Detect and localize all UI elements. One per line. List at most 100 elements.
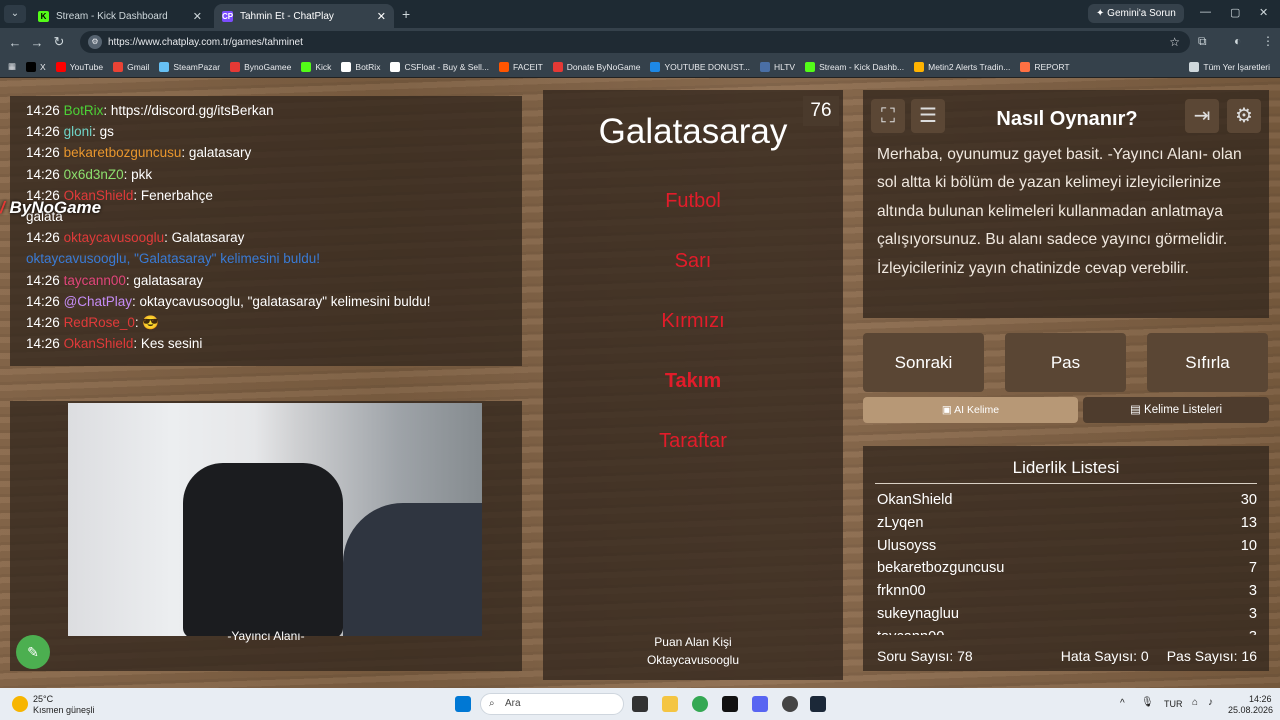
bookmark-steampazar[interactable]: SteamPazar [159,61,220,72]
chat-text: : 😎 [134,315,160,331]
tab-search-button[interactable]: ⌄ [4,5,26,23]
bookmark-kick-dashboard[interactable]: Stream - Kick Dashb... [805,61,904,72]
close-window-icon[interactable]: ✕ [1259,6,1268,19]
reload-icon[interactable]: ↻ [48,34,70,50]
chat-username[interactable]: BotRix [64,103,104,118]
bookmark-botrix[interactable]: BotRix [341,61,381,72]
chat-message: 14:26 OkanShield: Kes sesini [26,333,506,354]
apps-icon[interactable]: ▦ [8,61,16,72]
chat-text: : galatasaray [125,272,204,288]
taskbar-search[interactable]: ⌕ Ara [480,693,624,715]
bookmark-faceit[interactable]: FACEIT [499,61,543,72]
chat-username[interactable]: taycann00 [64,273,126,288]
menu-icon[interactable]: ⋮ [1262,34,1274,48]
file-explorer-icon[interactable] [662,696,678,712]
notes-icon[interactable]: ☰ [911,99,945,133]
pass-count: Pas Sayısı: 16 [1166,648,1257,664]
url-bar[interactable]: ⚙ https://www.chatplay.com.tr/games/tahm… [80,31,1190,53]
tab-chatplay[interactable]: CP Tahmin Et - ChatPlay ✕ [214,4,394,28]
bookmark-bynogamee[interactable]: BynoGamee [230,61,291,72]
site-info-icon[interactable]: ⚙ [88,35,102,49]
bookmark-metin2[interactable]: Metin2 Alerts Tradin... [914,61,1010,72]
close-tab-icon[interactable]: ✕ [377,10,386,23]
bookmark-gmail[interactable]: Gmail [113,61,149,72]
target-word: Galatasaray [598,112,788,151]
leaderboard-row: frknn00 3 [877,580,1257,603]
bookmark-label: REPORT [1034,61,1070,72]
bookmark-label: BotRix [355,61,381,72]
word-lists-button[interactable]: ▤ Kelime Listeleri [1083,397,1269,423]
chat-username[interactable]: oktaycavusooglu, "Galatasaray" kelimesin… [26,251,320,266]
network-icon[interactable]: ⌂ [1192,697,1198,708]
chat-message: 14:26 @ChatPlay: oktaycavusooglu, "galat… [26,291,506,312]
language-indicator[interactable]: TUR [1164,699,1183,709]
profile-avatar[interactable]: ◐ [1234,34,1241,48]
chat-username[interactable]: oktaycavusooglu [64,230,165,245]
clock-time[interactable]: 14:26 [1249,694,1272,704]
new-tab-icon[interactable]: + [402,6,410,22]
chat-time: 14:26 [26,293,60,309]
next-button[interactable]: Sonraki [863,333,984,392]
chat-username[interactable]: gloni [64,124,93,139]
chat-username[interactable]: RedRose_0 [64,315,135,330]
player-score: 7 [1248,560,1257,577]
chat-panel: 14:26 BotRix: https://discord.gg/itsBerk… [10,96,522,366]
reset-button[interactable]: Sıfırla [1147,333,1268,392]
chat-username[interactable]: bekaretbozguncusu [64,145,182,160]
leaderboard-row: Ulusoyss 10 [877,535,1257,558]
bookmark-csfloat[interactable]: CSFloat - Buy & Sell... [390,61,489,72]
tab-kick-dashboard[interactable]: K Stream - Kick Dashboard ✕ [30,4,210,28]
chat-time: 14:26 [26,336,60,352]
bookmark-youtube[interactable]: YouTube [55,61,103,72]
weather-icon[interactable] [12,696,28,712]
bookmarks-bar: ▦ X YouTube Gmail SteamPazar BynoGamee K… [0,56,1280,78]
chat-text: : oktaycavusooglu, "galatasaray" kelimes… [132,293,431,309]
chat-username[interactable]: @ChatPlay [64,294,132,309]
pencil-icon[interactable]: ✎ [16,635,50,669]
app-icon[interactable] [722,696,738,712]
bookmark-label: X [40,61,46,72]
start-icon[interactable] [455,696,471,712]
chat-text: : https://discord.gg/itsBerkan [103,103,274,118]
volume-icon[interactable]: ♪ [1208,697,1213,708]
chrome-icon[interactable] [692,696,708,712]
forbidden-word: Kırmızı [661,310,725,332]
player-name: sukeynagluu [877,605,959,622]
chat-message: 14:26 oktaycavusooglu: Galatasaray [26,227,506,248]
steam-icon[interactable] [810,696,826,712]
address-toolbar: ← → ↻ ⚙ https://www.chatplay.com.tr/game… [0,28,1280,56]
back-icon[interactable]: ← [4,35,26,50]
extensions-icon[interactable]: ⧉ [1198,34,1207,49]
leaderboard-panel: Liderlik Listesi OkanShield 30 zLyqen 13 Ulu… [863,446,1269,671]
bookmark-youtube-donust[interactable]: YOUTUBE DONUST... [650,61,750,72]
ai-word-button[interactable]: ▣ AI Kelime [863,397,1078,423]
task-view-icon[interactable] [632,696,648,712]
minimize-icon[interactable]: — [1200,6,1211,18]
pass-button[interactable]: Pas [1005,333,1126,392]
exit-icon[interactable]: ⇥ [1185,99,1219,133]
discord-icon[interactable] [752,696,768,712]
ai-word-label: AI Kelime [954,404,1000,416]
maximize-icon[interactable]: ▢ [1230,6,1240,19]
obs-icon[interactable] [782,696,798,712]
bookmark-donate[interactable]: Donate ByNoGame [552,61,640,72]
close-tab-icon[interactable]: ✕ [193,10,202,23]
bynogame-watermark: / ByNoGame [0,198,102,217]
microphone-icon[interactable]: 🎙 [1141,697,1154,708]
chat-time: 14:26 [26,124,60,140]
chevron-up-icon[interactable]: ^ [1120,698,1125,709]
bookmark-star-icon[interactable]: ☆ [1169,35,1180,49]
fullscreen-icon[interactable]: ⛶ [871,99,905,133]
bookmark-hltv[interactable]: HLTV [759,61,795,72]
chat-username[interactable]: 0x6d3nZ0 [64,167,124,182]
chat-username[interactable]: OkanShield [64,336,134,351]
ask-gemini-button[interactable]: ✦ Gemini'a Sorun [1088,4,1184,23]
bookmark-report[interactable]: REPORT [1020,61,1070,72]
bookmark-x[interactable]: X [26,61,46,72]
bookmark-kick[interactable]: Kick [301,61,331,72]
gear-icon[interactable]: ⚙ [1227,99,1261,133]
forbidden-word: Takım [664,370,722,392]
all-bookmarks[interactable]: Tüm Yer İşaretleri [1189,61,1270,72]
clock-date[interactable]: 25.08.2026 [1228,705,1273,715]
forward-icon[interactable]: → [26,35,48,50]
